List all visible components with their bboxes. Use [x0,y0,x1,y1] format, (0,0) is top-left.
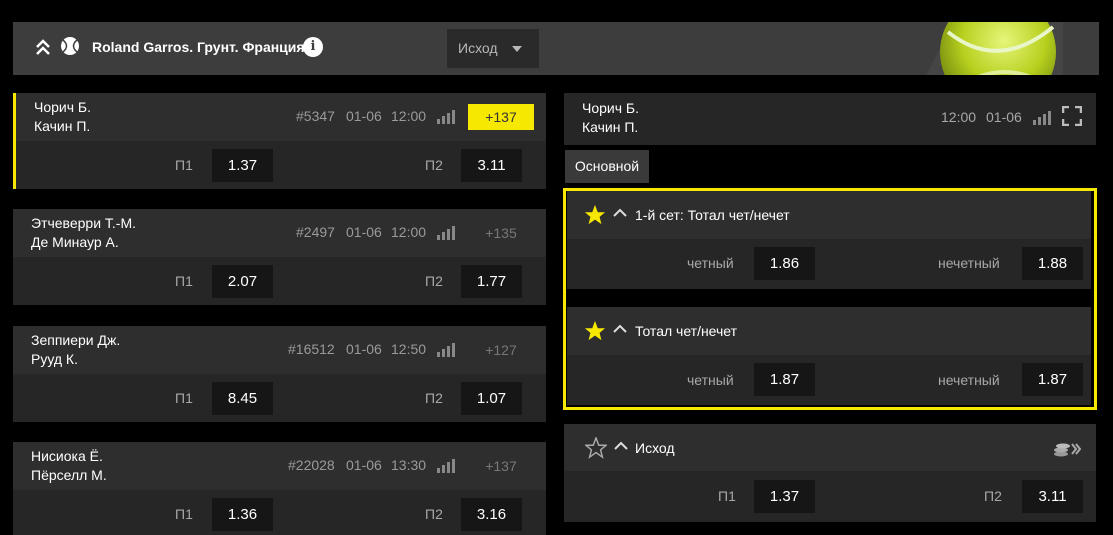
chevron-up-icon[interactable] [614,441,628,451]
tab-main[interactable]: Основной [565,150,649,183]
info-icon[interactable]: i [303,37,323,57]
market-card: Исход П1 1.37 П2 3.11 [564,424,1096,522]
team2-name: Качин П. [34,118,91,134]
match-odds-row: П1 1.37 П2 3.11 [16,141,546,189]
tournament-title: Roland Garros. Грунт. Франция [92,39,305,55]
team1-name: Зеппиери Дж. [31,332,121,348]
p1-label: П1 [718,488,736,504]
p2-label: П2 [425,390,443,406]
match-date: 01-06 [346,108,382,124]
more-bets-button[interactable]: +137 [468,453,534,479]
p2-label: П2 [425,157,443,173]
match-odds-row: П1 2.07 П2 1.77 [13,257,546,305]
p2-label: П2 [425,273,443,289]
p1-odd-button[interactable]: 2.07 [212,265,273,298]
match-id: #16512 [288,341,335,357]
tennis-ball-icon [61,37,79,55]
p2-label: П2 [984,488,1002,504]
stats-icon[interactable] [436,457,456,473]
p1-odd-button[interactable]: 1.37 [754,480,815,513]
match-card[interactable]: Нисиока Ё. Пёрселл М. #22028 01-06 13:30… [13,442,546,535]
detail-team1: Чорич Б. [582,100,639,116]
stats-icon[interactable] [1032,109,1052,125]
team2-name: Де Минаур А. [31,234,119,250]
market-header[interactable]: Исход [564,424,1096,471]
match-date: 01-06 [346,457,382,473]
team2-name: Рууд К. [31,351,78,367]
more-bets-button[interactable]: +135 [468,220,534,246]
p1-label: П1 [175,390,193,406]
team1-name: Чорич Б. [34,99,91,115]
more-bets-button[interactable]: +137 [468,104,534,130]
market-type-select[interactable]: Исход [447,29,539,68]
match-header: Нисиока Ё. Пёрселл М. #22028 01-06 13:30… [13,442,546,490]
match-id: #2497 [296,224,335,240]
match-date: 01-06 [346,224,382,240]
team1-name: Этчеверри Т.-М. [31,215,137,231]
match-time: 12:00 [391,224,427,240]
market-title: Исход [635,440,675,456]
match-odds-row: П1 8.45 П2 1.07 [13,374,546,422]
match-detail-header: Чорич Б. Качин П. 12:00 01-06 [564,93,1096,145]
p1-odd-button[interactable]: 8.45 [212,382,273,415]
p1-label: П1 [175,506,193,522]
team1-name: Нисиока Ё. [31,448,103,464]
match-header: Зеппиери Дж. Рууд К. #16512 01-06 12:50 … [13,326,546,374]
coins-icon[interactable] [1052,439,1082,459]
detail-time: 12:00 [941,109,977,125]
p1-label: П1 [175,157,193,173]
p2-odd-button[interactable]: 1.77 [461,265,522,298]
match-id: #22028 [288,457,335,473]
p1-label: П1 [175,273,193,289]
match-card[interactable]: Этчеверри Т.-М. Де Минаур А. #2497 01-06… [13,209,546,305]
market-odds-row: П1 1.37 П2 3.11 [564,471,1096,522]
p2-label: П2 [425,506,443,522]
collapse-icon[interactable] [35,39,51,57]
match-time: 12:00 [391,108,427,124]
more-bets-button[interactable]: +127 [468,337,534,363]
stats-icon[interactable] [436,108,456,124]
stats-icon[interactable] [436,341,456,357]
match-card[interactable]: Чорич Б. Качин П. #5347 01-06 12:00 +137… [13,93,546,189]
match-time: 13:30 [391,457,427,473]
p1-odd-button[interactable]: 1.37 [212,149,273,182]
match-date: 01-06 [346,341,382,357]
match-id: #5347 [296,108,335,124]
detail-team2: Качин П. [582,119,639,135]
p2-odd-button[interactable]: 1.07 [461,382,522,415]
p2-odd-button[interactable]: 3.11 [461,149,522,182]
p2-odd-button[interactable]: 3.16 [461,498,522,531]
match-card[interactable]: Зеппиери Дж. Рууд К. #16512 01-06 12:50 … [13,326,546,422]
tournament-header: Roland Garros. Грунт. Франция i Исход [13,22,1099,75]
p2-odd-button[interactable]: 3.11 [1022,480,1083,513]
star-outline-icon[interactable] [585,437,607,459]
stats-icon[interactable] [436,224,456,240]
match-header: Этчеверри Т.-М. Де Минаур А. #2497 01-06… [13,209,546,257]
tennis-ball-decoration [913,22,1063,75]
match-header: Чорич Б. Качин П. #5347 01-06 12:00 +137 [16,93,546,141]
highlight-frame [563,188,1097,410]
p1-odd-button[interactable]: 1.36 [212,498,273,531]
match-time: 12:50 [391,341,427,357]
select-value: Исход [458,40,498,56]
match-odds-row: П1 1.36 П2 3.16 [13,490,546,535]
fullscreen-icon[interactable] [1062,106,1082,126]
team2-name: Пёрселл М. [31,467,107,483]
chevron-down-icon [512,46,522,52]
detail-date: 01-06 [986,109,1022,125]
